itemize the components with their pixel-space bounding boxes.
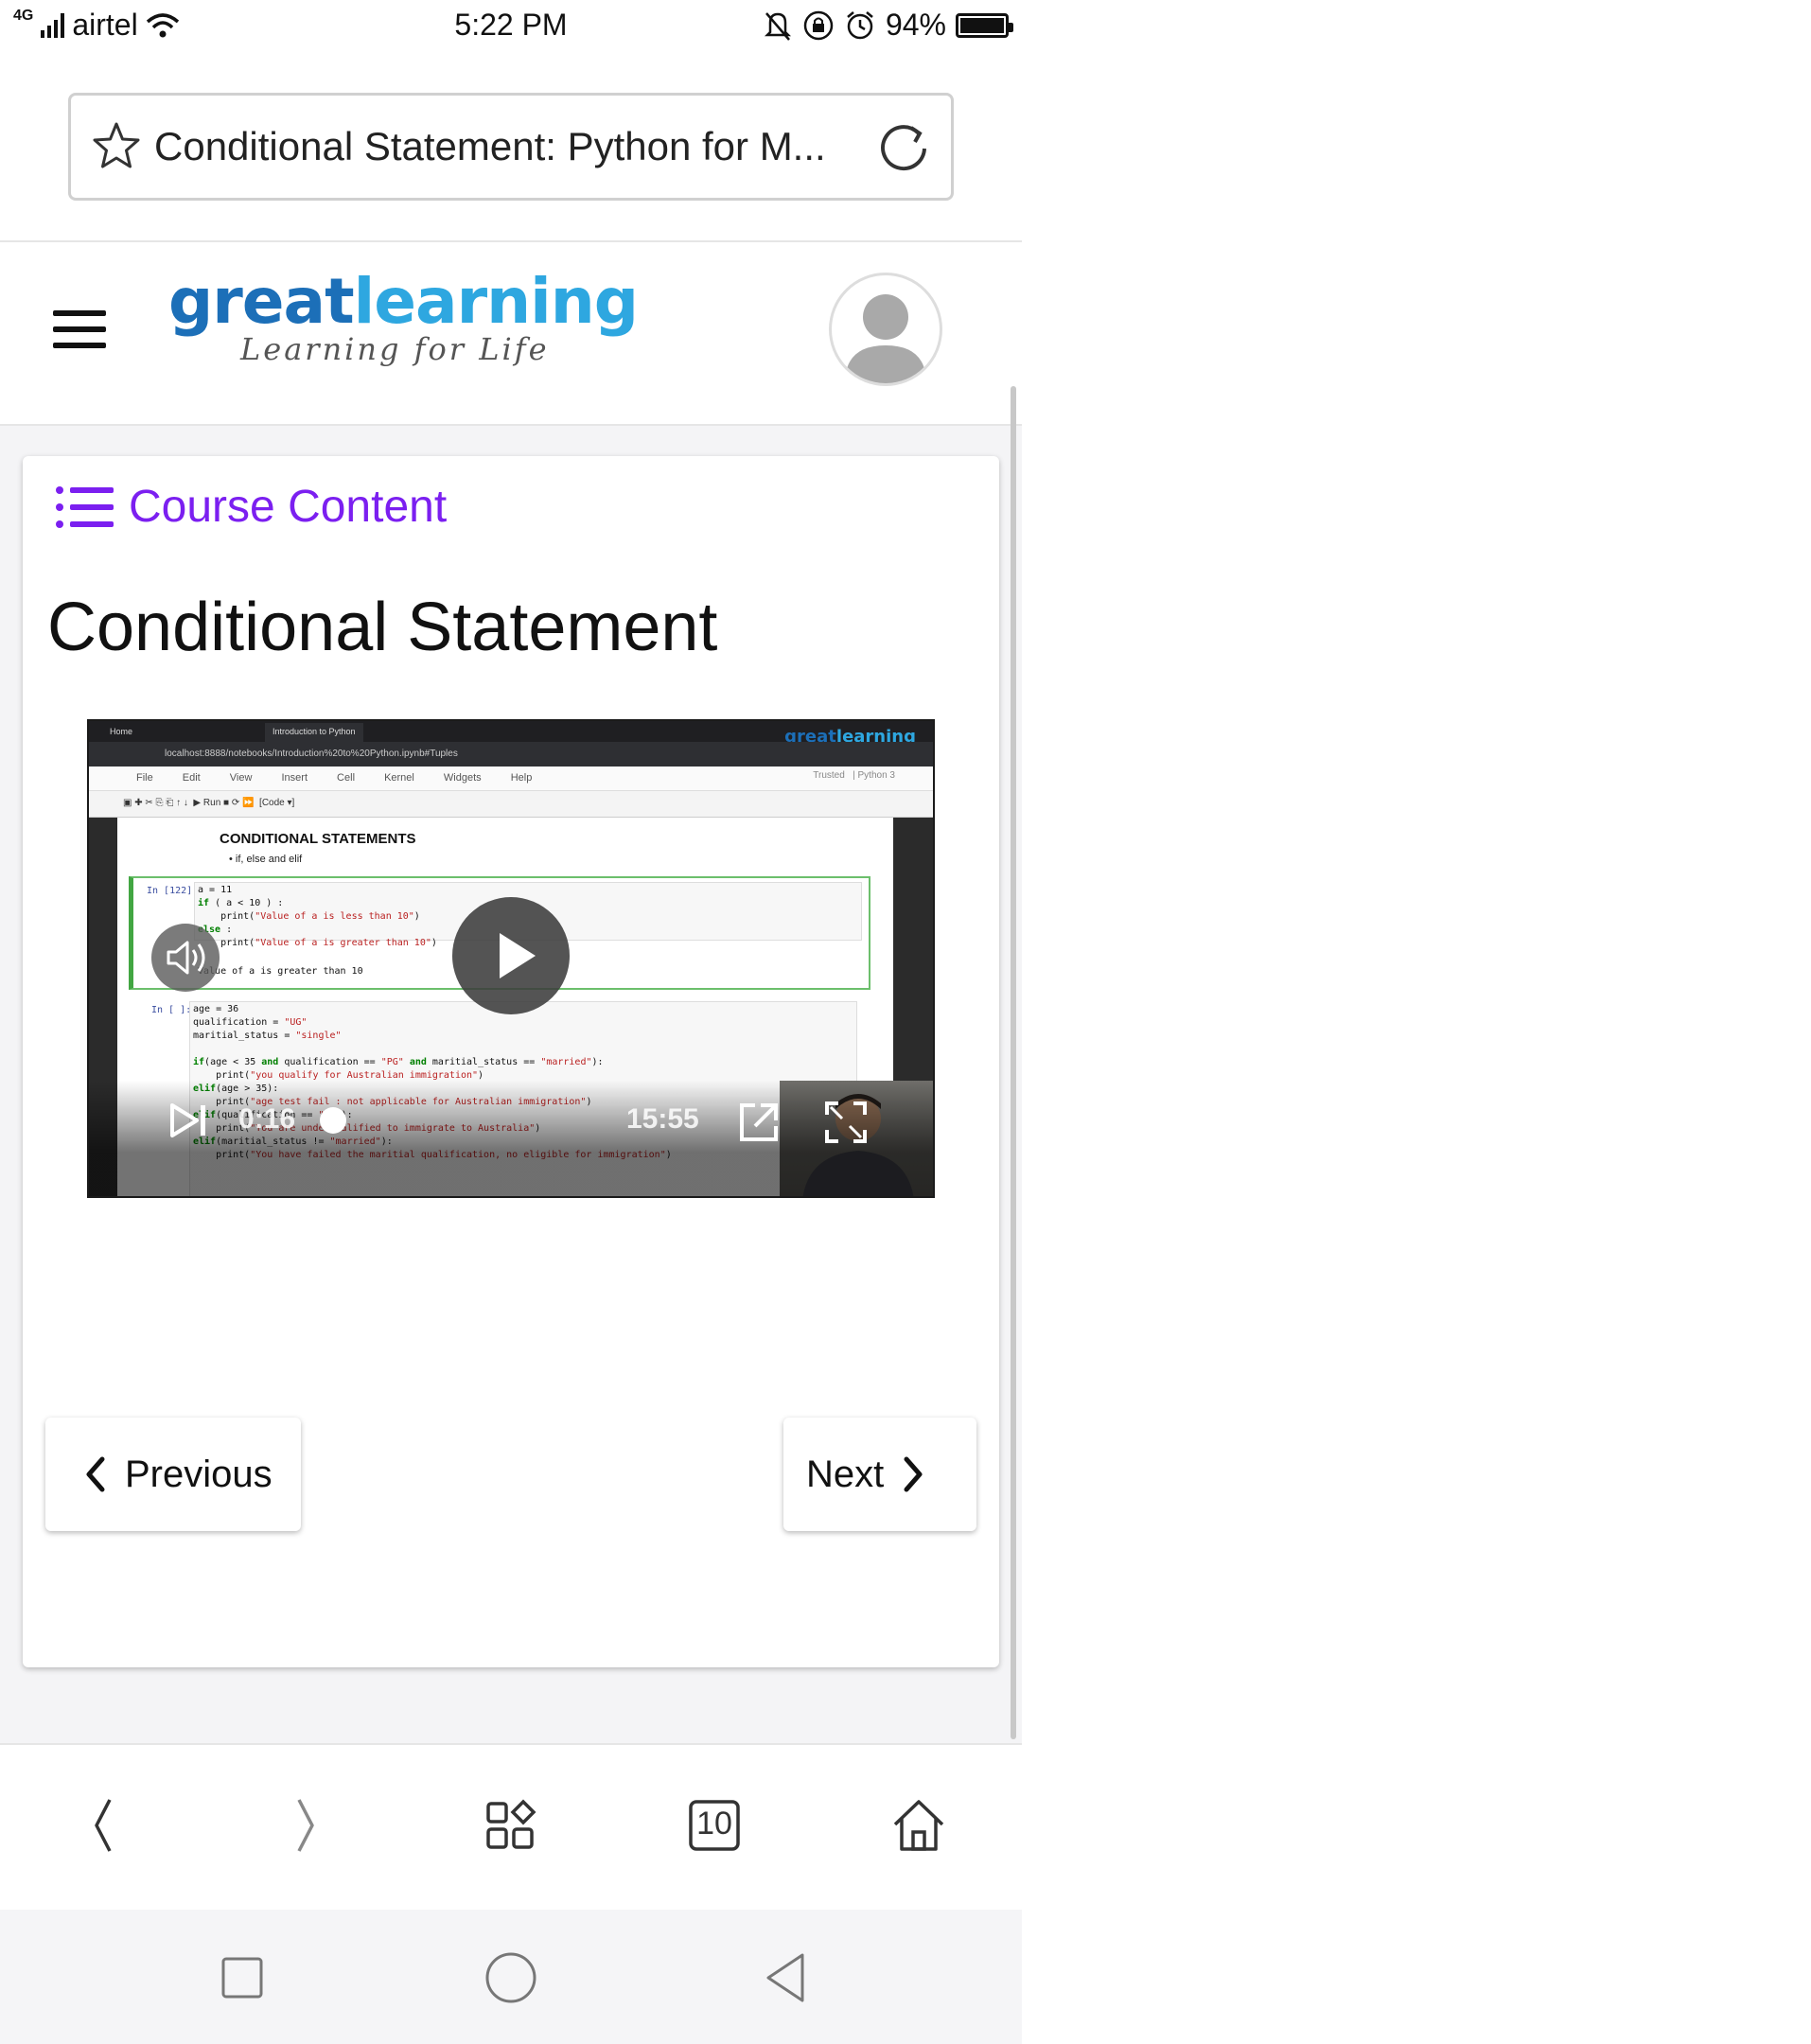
tab-count: 10 bbox=[696, 1806, 732, 1841]
current-time: 0:16 bbox=[238, 1103, 296, 1135]
list-icon bbox=[56, 485, 114, 528]
android-back-icon[interactable] bbox=[757, 1949, 814, 2006]
logo-word-learning: learning bbox=[353, 265, 639, 338]
video-notebook-heading: CONDITIONAL STATEMENTS bbox=[220, 831, 416, 847]
lesson-title: Conditional Statement bbox=[47, 590, 718, 665]
tabs-button[interactable]: 10 bbox=[681, 1792, 747, 1859]
back-icon[interactable] bbox=[70, 1792, 136, 1859]
avatar[interactable] bbox=[829, 273, 942, 386]
course-content-link[interactable]: Course Content bbox=[55, 481, 447, 533]
chevron-right-icon bbox=[904, 1456, 923, 1492]
recents-icon[interactable] bbox=[214, 1949, 271, 2006]
battery-icon bbox=[956, 12, 1013, 38]
scrollbar[interactable] bbox=[1011, 386, 1016, 1739]
logo-tagline: Learning for Life bbox=[240, 331, 550, 367]
popout-icon[interactable] bbox=[736, 1100, 782, 1145]
volume-button[interactable] bbox=[151, 924, 220, 992]
video-notebook-menu: File Edit View Insert Cell Kernel Widget… bbox=[89, 766, 933, 791]
video-kernel-status: Trusted | Python 3 bbox=[813, 770, 895, 781]
cell-code: a = 11 if ( a < 10 ) : print("Value of a… bbox=[198, 885, 437, 948]
course-content-label: Course Content bbox=[129, 482, 448, 532]
next-label: Next bbox=[806, 1453, 885, 1495]
video-tab-home: Home bbox=[110, 727, 133, 736]
alarm-icon bbox=[847, 10, 873, 39]
chevron-left-icon bbox=[86, 1456, 105, 1492]
logo-word-great: great bbox=[168, 265, 355, 338]
video-controls-overlay bbox=[89, 1081, 933, 1196]
address-bar[interactable]: Conditional Statement: Python for M... bbox=[68, 93, 954, 201]
video-browser-tabs: Home Introduction to Python greatlearnin… bbox=[89, 721, 933, 747]
play-icon[interactable] bbox=[452, 897, 570, 1014]
star-icon[interactable] bbox=[90, 120, 143, 173]
previous-label: Previous bbox=[125, 1453, 273, 1495]
divider bbox=[0, 240, 1022, 242]
fullscreen-icon[interactable] bbox=[823, 1100, 869, 1145]
next-button[interactable]: Next bbox=[783, 1418, 976, 1531]
duration: 15:55 bbox=[626, 1103, 699, 1135]
page-title-url[interactable]: Conditional Statement: Python for M... bbox=[154, 124, 856, 169]
video-notebook-bullet: • if, else and elif bbox=[229, 854, 303, 865]
phone-screen: 4G airtel 5:22 PM 94% Conditional Statem… bbox=[0, 0, 1022, 2044]
hamburger-icon[interactable] bbox=[53, 310, 106, 348]
greatlearning-logo[interactable]: greatlearning Learning for Life bbox=[168, 265, 639, 371]
cell-prompt: In [ ]: bbox=[151, 1005, 192, 1015]
volume-icon bbox=[167, 941, 205, 975]
seek-knob[interactable] bbox=[320, 1107, 346, 1134]
browser-toolbar: 10 bbox=[0, 1743, 1022, 1908]
status-right: 94% bbox=[763, 8, 1013, 43]
cell-prompt: In [122]: bbox=[147, 886, 199, 896]
reload-icon[interactable] bbox=[875, 118, 932, 175]
video-notebook-toolbar: ▣ ✚ ✂ ⎘ ⎗ ↑ ↓ ▶ Run ■ ⟳ ⏩ [Code ▾] bbox=[89, 791, 933, 818]
lesson-card: Course Content Conditional Statement Hom… bbox=[23, 456, 999, 1667]
status-bar: 4G airtel 5:22 PM 94% bbox=[0, 0, 1022, 53]
forward-icon[interactable] bbox=[273, 1792, 339, 1859]
skip-next-icon[interactable] bbox=[168, 1101, 210, 1139]
rotation-lock-icon bbox=[803, 10, 834, 40]
previous-button[interactable]: Previous bbox=[45, 1418, 301, 1531]
apps-icon[interactable] bbox=[477, 1792, 543, 1859]
avatar-icon bbox=[845, 294, 926, 383]
video-player[interactable]: Home Introduction to Python greatlearnin… bbox=[87, 719, 935, 1198]
home-icon[interactable] bbox=[886, 1792, 952, 1859]
video-tab-notebook: Introduction to Python bbox=[265, 723, 363, 742]
cell-output: Value of a is greater than 10 bbox=[198, 966, 363, 977]
video-address: localhost:8888/notebooks/Introduction%20… bbox=[89, 742, 933, 766]
battery-percent: 94% bbox=[885, 8, 946, 42]
mute-bell-icon bbox=[764, 11, 791, 41]
android-navigation-bar bbox=[0, 1910, 1022, 2044]
android-home-icon[interactable] bbox=[483, 1949, 539, 2006]
